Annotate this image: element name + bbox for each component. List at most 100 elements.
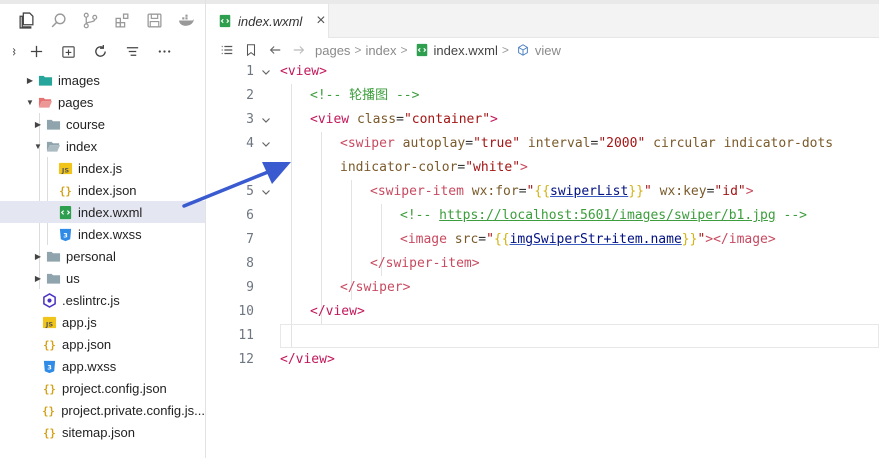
fold-chevron-icon[interactable]	[259, 60, 273, 84]
tree-item-label: course	[66, 116, 106, 132]
caret-right-icon[interactable]: ▶	[24, 76, 36, 85]
tree-item-app-js[interactable]: JS app.js	[0, 311, 205, 333]
line-number: 3	[246, 112, 254, 127]
line-number: 12	[238, 352, 254, 367]
tree-item-project-private-config-js[interactable]: {} project.private.config.js...	[0, 399, 205, 421]
breadcrumb-item-pages[interactable]: pages	[315, 43, 350, 58]
filter-icon[interactable]	[116, 37, 148, 65]
fold-chevron-icon[interactable]	[259, 132, 273, 156]
line-number: 9	[246, 280, 254, 295]
tree-item-personal[interactable]: ▶ personal	[0, 245, 205, 267]
source-control-icon[interactable]	[74, 4, 106, 36]
caret-down-icon[interactable]: ▼	[24, 98, 36, 107]
fold-chevron-icon[interactable]	[259, 108, 273, 132]
file-tree: ▶ images ▼ pages ▶ course ▼ index JS index.js {} in…	[0, 69, 205, 458]
breadcrumb-separator: >	[400, 43, 408, 57]
tree-item-label: project.config.json	[62, 380, 167, 396]
refresh-icon[interactable]	[84, 37, 116, 65]
activity-bar	[0, 4, 205, 36]
indent-guide	[291, 84, 292, 348]
tree-item-app-wxss[interactable]: 3 app.wxss	[0, 355, 205, 377]
search-icon[interactable]	[42, 4, 74, 36]
tree-item-label: sitemap.json	[62, 424, 135, 440]
tree-item-index-json[interactable]: {} index.json	[0, 179, 205, 201]
close-icon[interactable]: ×	[316, 13, 325, 29]
list-icon[interactable]	[215, 39, 239, 61]
folder-icon	[44, 248, 62, 264]
tree-item-label: app.js	[62, 314, 97, 330]
svg-text:{}: {}	[43, 427, 55, 439]
folder-icon	[44, 270, 62, 286]
tree-item-label: app.json	[62, 336, 112, 352]
tree-item-images[interactable]: ▶ images	[0, 69, 205, 91]
cloud-icon[interactable]	[138, 4, 170, 36]
back-arrow-icon[interactable]	[263, 39, 287, 61]
svg-text:3: 3	[47, 363, 52, 371]
caret-right-icon[interactable]: ▶	[32, 274, 44, 283]
code-line-10: </view>	[310, 304, 365, 319]
forward-arrow-icon[interactable]	[287, 39, 311, 61]
tree-item-sitemap-json[interactable]: {} sitemap.json	[0, 421, 205, 443]
explorer-toolbar	[0, 36, 205, 66]
code-line-8: </swiper-item>	[370, 256, 480, 271]
line-number: 11	[238, 328, 254, 343]
code-line-7: <image src="{{imgSwiperStr+item.name}}">…	[400, 232, 776, 247]
wxml-file-icon	[56, 204, 74, 220]
line-number: 6	[246, 208, 254, 223]
tree-item-pages[interactable]: ▼ pages	[0, 91, 205, 113]
line-number: 4	[246, 136, 254, 151]
line-number: 8	[246, 256, 254, 271]
js-file-icon: JS	[56, 160, 74, 176]
js-file-icon: JS	[40, 314, 58, 330]
tree-item-eslintrc-js[interactable]: .eslintrc.js	[0, 289, 205, 311]
fold-chevron-icon[interactable]	[259, 180, 273, 204]
tree-item-label: pages	[58, 94, 94, 110]
breadcrumb-separator: >	[354, 43, 362, 57]
new-file-icon[interactable]	[20, 37, 52, 65]
caret-down-icon[interactable]: ▼	[32, 142, 44, 151]
tree-item-index-wxss[interactable]: 3 index.wxss	[0, 223, 205, 245]
extensions-icon[interactable]	[106, 4, 138, 36]
docker-icon[interactable]	[170, 4, 202, 36]
tree-item-label: us	[66, 270, 80, 286]
tree-item-us[interactable]: ▶ us	[0, 267, 205, 289]
bookmark-icon[interactable]	[239, 39, 263, 61]
code-line-6: <!-- https://localhost:5601/images/swipe…	[400, 208, 807, 223]
caret-right-icon[interactable]: ▶	[32, 120, 44, 129]
eslint-file-icon	[40, 292, 58, 308]
tree-item-project-config-json[interactable]: {} project.config.json	[0, 377, 205, 399]
collapse-icon[interactable]	[0, 37, 20, 65]
tree-item-index-wxml[interactable]: index.wxml	[0, 201, 205, 223]
code-line-12: </view>	[280, 352, 335, 367]
line-number: 7	[246, 232, 254, 247]
tree-item-label: project.private.config.js...	[61, 402, 205, 418]
files-icon[interactable]	[10, 4, 42, 36]
current-line-highlight	[280, 324, 879, 348]
tab-label: index.wxml	[238, 13, 303, 29]
tree-item-label: index.json	[78, 182, 137, 198]
svg-text:JS: JS	[60, 166, 68, 174]
line-number: 1	[246, 64, 254, 79]
tab-index-wxml[interactable]: index.wxml ×	[206, 4, 329, 38]
breadcrumb-item-file[interactable]: index.wxml	[434, 43, 498, 58]
svg-text:{}: {}	[59, 185, 71, 197]
line-number	[206, 156, 254, 180]
code-line-2: <!-- 轮播图 -->	[310, 88, 420, 103]
tree-item-course[interactable]: ▶ course	[0, 113, 205, 135]
tree-item-app-json[interactable]: {} app.json	[0, 333, 205, 355]
wxss-file-icon: 3	[56, 226, 74, 242]
line-number: 10	[238, 304, 254, 319]
breadcrumb-item-view[interactable]: view	[535, 43, 561, 58]
wxml-file-icon	[218, 14, 232, 28]
code-editor[interactable]: <view> <!-- 轮播图 --> <view class="contain…	[206, 60, 879, 458]
folder-open-icon	[44, 138, 62, 154]
breadcrumb-item-index[interactable]: index	[365, 43, 396, 58]
tree-item-index[interactable]: ▼ index	[0, 135, 205, 157]
caret-right-icon[interactable]: ▶	[32, 252, 44, 261]
folder-open-icon	[36, 94, 54, 110]
more-icon[interactable]	[148, 37, 180, 65]
svg-text:{}: {}	[42, 405, 54, 417]
new-folder-icon[interactable]	[52, 37, 84, 65]
tree-item-index-js[interactable]: JS index.js	[0, 157, 205, 179]
svg-text:3: 3	[63, 231, 68, 239]
